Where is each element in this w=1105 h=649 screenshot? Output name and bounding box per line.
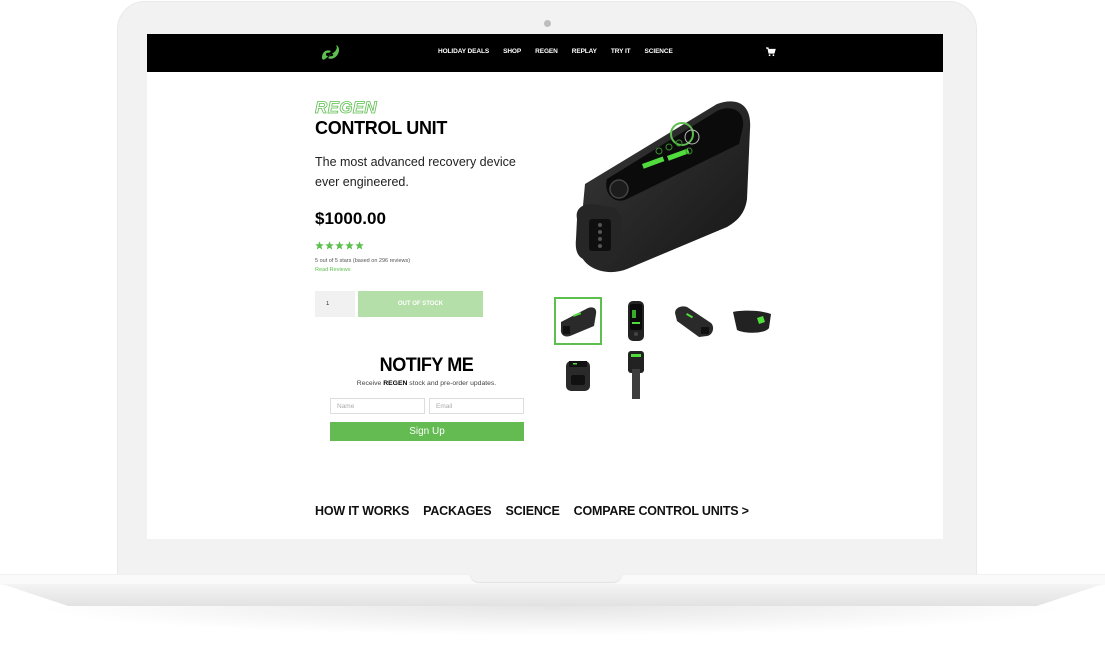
rating-summary: 5 out of 5 stars (based on 296 reviews) xyxy=(315,258,411,264)
product-image xyxy=(575,101,751,273)
nav-link-science[interactable]: SCIENCE xyxy=(645,48,673,55)
star-icon xyxy=(335,241,344,250)
laptop-shadow xyxy=(30,606,1075,636)
name-field[interactable] xyxy=(330,398,425,414)
notify-subtitle-suffix: stock and pre-order updates. xyxy=(407,380,497,387)
section-link-packages[interactable]: PACKAGES xyxy=(423,504,492,518)
product-price: $1000.00 xyxy=(315,209,386,228)
email-field[interactable] xyxy=(429,398,524,414)
device-thumbnail-icon xyxy=(560,307,597,337)
section-nav: HOW IT WORKS PACKAGES SCIENCE COMPARE CO… xyxy=(315,504,763,518)
nav-links: HOLIDAY DEALS SHOP REGEN REPLAY TRY IT S… xyxy=(438,48,687,55)
quantity-input[interactable] xyxy=(315,291,355,317)
thumbnail-front-angle[interactable] xyxy=(554,297,602,345)
star-icon xyxy=(345,241,354,250)
device-thumbnail-icon xyxy=(675,306,714,337)
star-icon xyxy=(355,241,364,250)
thumbnail-gallery xyxy=(554,297,776,399)
section-link-how-it-works[interactable]: HOW IT WORKS xyxy=(315,504,409,518)
nav-link-holiday-deals[interactable]: HOLIDAY DEALS xyxy=(438,48,489,55)
thumbnail-top-view[interactable] xyxy=(612,297,660,345)
thumbnail-strap-view[interactable] xyxy=(612,351,660,399)
section-link-science[interactable]: SCIENCE xyxy=(505,504,559,518)
device-thumbnail-icon xyxy=(628,301,644,341)
sign-up-button[interactable]: Sign Up xyxy=(330,422,524,441)
device-thumbnail-icon xyxy=(566,361,590,391)
nav-link-regen[interactable]: REGEN xyxy=(535,48,558,55)
star-rating xyxy=(315,241,364,250)
notify-title: NOTIFY ME xyxy=(379,355,474,376)
thumbnail-side-angle[interactable] xyxy=(670,297,718,345)
device-thumbnail-icon xyxy=(628,351,644,399)
out-of-stock-button[interactable]: OUT OF STOCK xyxy=(358,291,483,317)
notify-subtitle-brand: REGEN xyxy=(383,380,408,387)
nav-link-replay[interactable]: REPLAY xyxy=(572,48,597,55)
read-reviews-link[interactable]: Read Reviews xyxy=(315,267,350,273)
nav-link-try-it[interactable]: TRY IT xyxy=(611,48,631,55)
section-link-compare[interactable]: COMPARE CONTROL UNITS > xyxy=(574,504,749,518)
top-nav: HOLIDAY DEALS SHOP REGEN REPLAY TRY IT S… xyxy=(147,34,943,72)
screen: HOLIDAY DEALS SHOP REGEN REPLAY TRY IT S… xyxy=(147,34,943,539)
laptop-notch xyxy=(470,573,622,582)
thumbnail-rear-angle[interactable] xyxy=(728,297,776,345)
star-icon xyxy=(325,241,334,250)
laptop-mockup: HOLIDAY DEALS SHOP REGEN REPLAY TRY IT S… xyxy=(0,0,1105,649)
webcam-icon xyxy=(544,20,551,27)
thumbnail-front-view[interactable] xyxy=(554,351,602,399)
cart-icon[interactable] xyxy=(766,47,776,57)
product-title: CONTROL UNIT xyxy=(315,118,448,138)
laptop-base xyxy=(2,584,1103,606)
nav-link-shop[interactable]: SHOP xyxy=(503,48,521,55)
device-thumbnail-icon xyxy=(733,310,771,333)
product-tagline: The most advanced recovery device ever e… xyxy=(315,155,516,189)
brand-swirl-icon[interactable] xyxy=(319,43,341,63)
notify-subtitle: Receive REGEN stock and pre-order update… xyxy=(330,380,523,387)
notify-subtitle-prefix: Receive xyxy=(356,380,384,387)
star-icon xyxy=(315,241,324,250)
product-brand: REGEN xyxy=(315,98,377,118)
